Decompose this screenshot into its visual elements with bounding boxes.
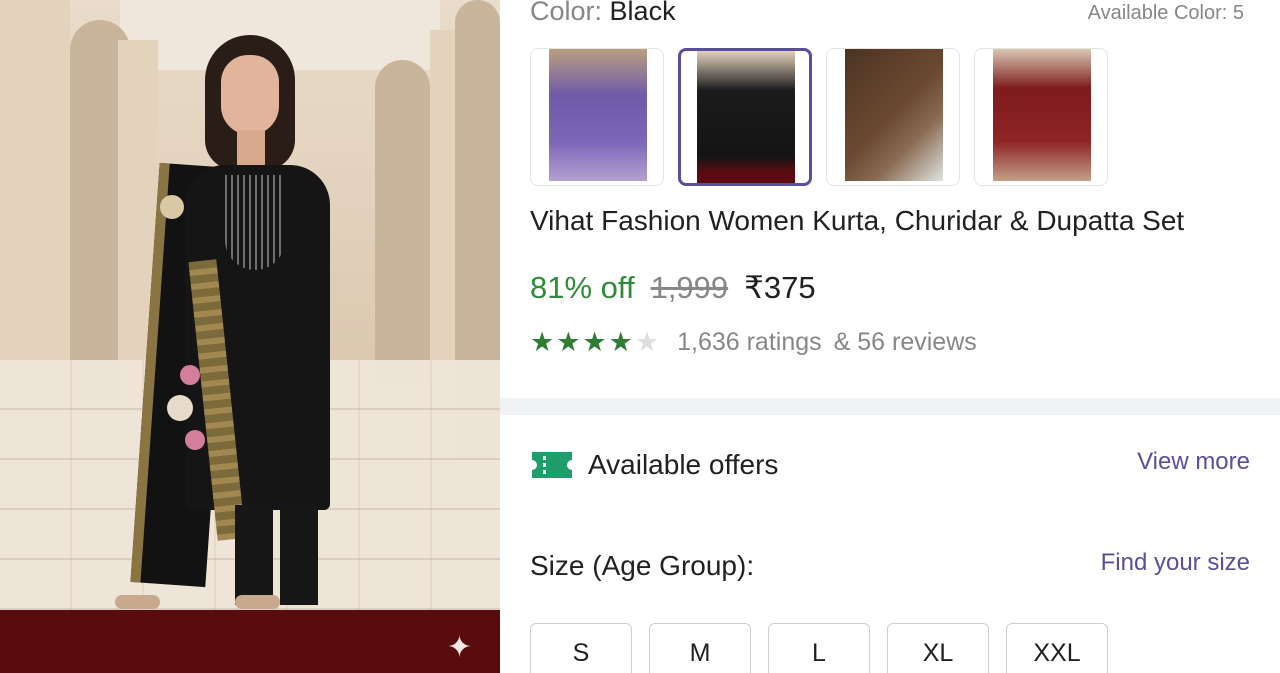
original-price: 1,999: [650, 270, 729, 305]
model-foot: [235, 595, 280, 609]
selling-price: ₹375: [744, 270, 816, 305]
model-face: [221, 55, 279, 135]
hero-bottom-band: [0, 610, 500, 673]
variant-image: [993, 49, 1091, 181]
star-empty-icon: ★: [634, 327, 660, 357]
color-variant-purple[interactable]: [530, 48, 664, 186]
product-details-panel: Color: Black Available Color: 5 Vihat Fa…: [500, 0, 1280, 673]
color-value: Black: [609, 0, 676, 26]
price-row: 81% off 1,999 ₹375: [530, 270, 816, 306]
product-hero-image[interactable]: ✦: [0, 0, 500, 673]
color-variant-list: [530, 48, 1108, 186]
available-offers-header: Available offers: [530, 448, 778, 482]
section-divider: [500, 398, 1280, 415]
available-colors-count: Available Color: 5: [1087, 2, 1244, 24]
model-embroidery: [225, 175, 285, 270]
product-title: Vihat Fashion Women Kurta, Churidar & Du…: [530, 205, 1185, 236]
hero-arch: [375, 60, 430, 380]
variant-image: [549, 49, 647, 181]
size-option-xl[interactable]: XL: [887, 623, 989, 673]
star-icon: ★: [530, 327, 555, 357]
size-option-m[interactable]: M: [649, 623, 751, 673]
view-more-offers-link[interactable]: View more: [1137, 448, 1250, 476]
rating-summary[interactable]: ★ ★ ★ ★ ★ 1,636 ratings & 56 reviews: [530, 328, 977, 357]
size-label: Size (Age Group):: [530, 550, 755, 581]
size-options: S M L XL XXL: [530, 623, 1108, 673]
ticket-icon: [530, 448, 574, 482]
available-offers-label: Available offers: [588, 449, 779, 480]
model-figure: [85, 35, 375, 615]
find-your-size-link[interactable]: Find your size: [1101, 549, 1250, 577]
star-icon: ★: [582, 327, 607, 357]
color-variant-maroon[interactable]: [974, 48, 1108, 186]
dupatta-flower: [185, 430, 205, 450]
discount-percent: 81% off: [530, 270, 635, 305]
star-icon: ★: [608, 327, 633, 357]
sparkle-icon[interactable]: ✦: [447, 633, 472, 663]
ratings-count: 1,636 ratings: [677, 328, 822, 356]
variant-image: [845, 49, 943, 181]
size-option-l[interactable]: L: [768, 623, 870, 673]
reviews-count: & 56 reviews: [833, 328, 977, 356]
star-rating: ★ ★ ★ ★ ★: [530, 329, 659, 356]
variant-image: [697, 51, 795, 183]
dupatta-flower: [180, 365, 200, 385]
model-foot: [115, 595, 160, 609]
dupatta-flower: [167, 395, 193, 421]
model-leg: [235, 505, 273, 605]
model-leg: [280, 505, 318, 605]
dupatta-flower: [160, 195, 184, 219]
color-variant-brown[interactable]: [826, 48, 960, 186]
star-icon: ★: [556, 327, 581, 357]
color-selection-label: Color: Black: [530, 0, 676, 27]
size-option-s[interactable]: S: [530, 623, 632, 673]
color-label: Color:: [530, 0, 603, 26]
size-option-xxl[interactable]: XXL: [1006, 623, 1108, 673]
color-variant-black[interactable]: [678, 48, 812, 186]
